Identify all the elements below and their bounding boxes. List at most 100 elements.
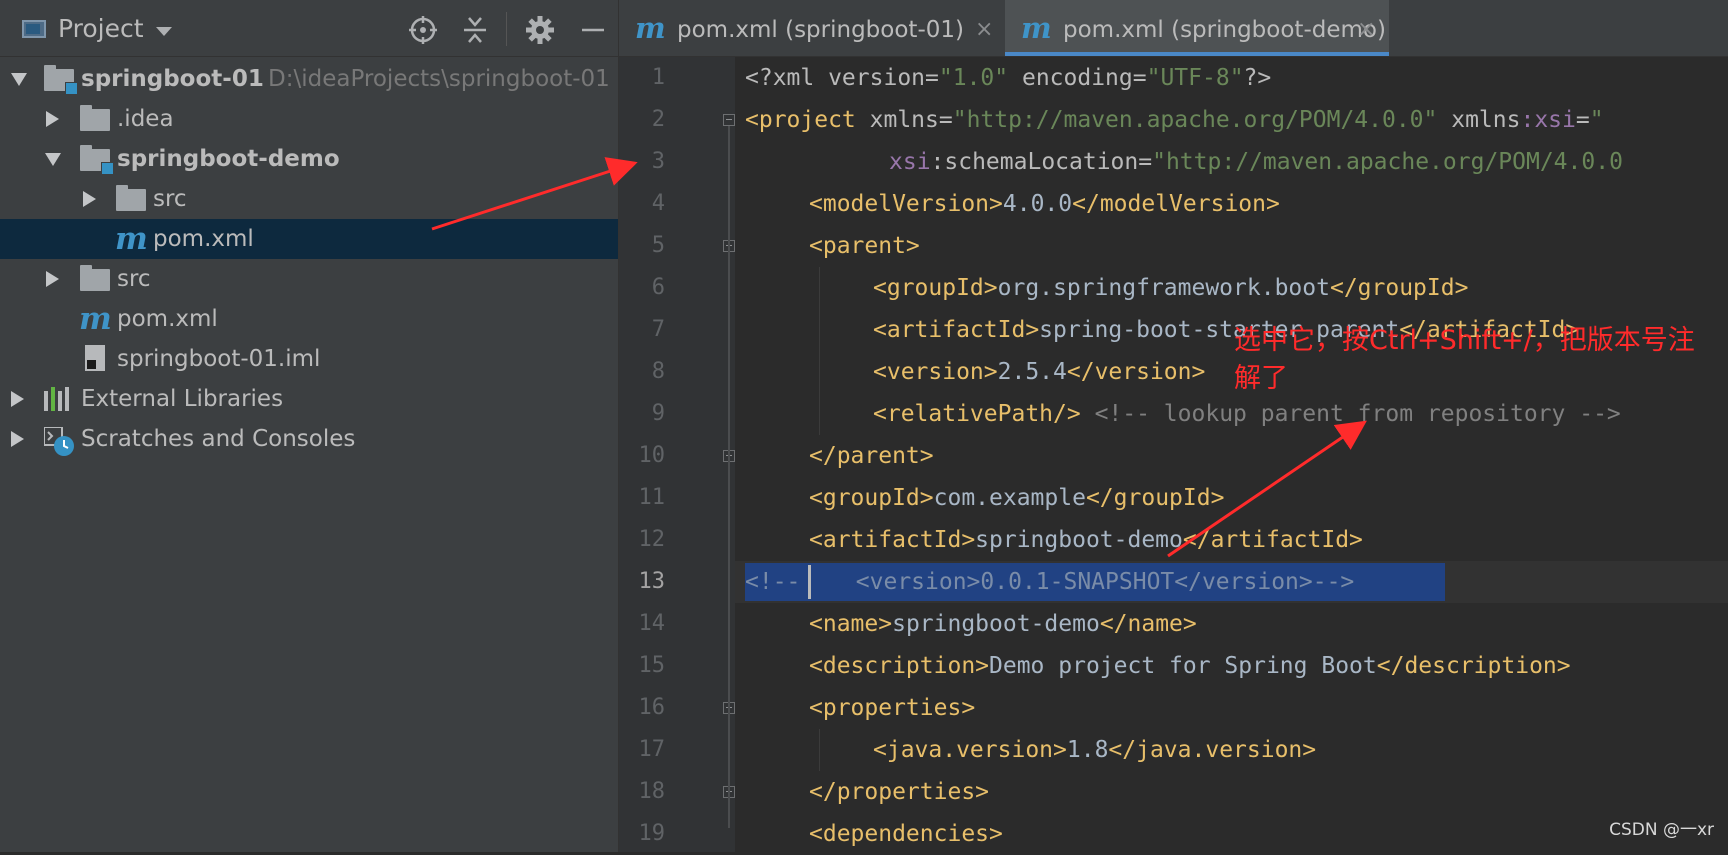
code-line-19[interactable]: <dependencies> xyxy=(809,813,1003,855)
tree-item-demo-src[interactable]: src xyxy=(0,179,618,219)
tree-item-label: pom.xml xyxy=(153,226,254,252)
chevron-down-icon[interactable] xyxy=(156,27,172,36)
tree-item-src[interactable]: src xyxy=(0,259,618,299)
code-line-6[interactable]: <groupId>org.springframework.boot</group… xyxy=(873,267,1468,309)
code-token: "1.0" xyxy=(938,65,1009,91)
code-token: org.springframework.boot xyxy=(997,275,1330,301)
tree-item-iml[interactable]: springboot-01.iml xyxy=(0,339,618,379)
maven-file-icon: m xyxy=(79,301,112,337)
close-icon[interactable]: × xyxy=(975,15,993,45)
collapse-arrow-icon[interactable] xyxy=(83,191,96,207)
tree-item-idea[interactable]: .idea xyxy=(0,99,618,139)
line-number: 10 xyxy=(638,443,666,468)
code-token: xmlns xyxy=(1437,107,1521,133)
code-token: = xyxy=(1575,107,1590,133)
code-line-18[interactable]: </properties> xyxy=(809,771,989,813)
code-token: encoding= xyxy=(1008,65,1147,91)
tree-item-pom[interactable]: m pom.xml xyxy=(0,299,618,339)
code-line-5[interactable]: <parent> xyxy=(809,225,920,267)
code-line-1[interactable]: <?xml version="1.0" encoding="UTF-8"?> xyxy=(745,57,1271,99)
line-number: 6 xyxy=(651,275,665,300)
line-number: 1 xyxy=(651,65,665,90)
code-token: </groupId> xyxy=(1329,275,1469,301)
line-number: 5 xyxy=(651,233,665,258)
tab-pom-springboot-01[interactable]: m pom.xml (springboot-01) × xyxy=(619,0,1004,56)
code-line-15[interactable]: <description>Demo project for Spring Boo… xyxy=(809,645,1571,687)
code-token: <version>0.0.1-SNAPSHOT</version>--> xyxy=(800,569,1355,595)
indent-guide xyxy=(819,729,820,771)
tree-item-springboot-demo[interactable]: springboot-demo xyxy=(0,139,618,179)
collapse-arrow-icon[interactable] xyxy=(46,111,59,127)
tree-item-springboot-01[interactable]: springboot-01 D:\ideaProjects\springboot… xyxy=(0,59,618,99)
code-line-9[interactable]: <relativePath/> <!-- lookup parent from … xyxy=(873,393,1621,435)
collapse-arrow-icon[interactable] xyxy=(11,391,24,407)
code-line-14[interactable]: <name>springboot-demo</name> xyxy=(809,603,1197,645)
annotation-note: 选中它，按Ctrl+Shift+/，把版本号注解了 xyxy=(1234,325,1695,394)
gear-icon[interactable] xyxy=(525,15,555,45)
code-line-8[interactable]: <version>2.5.4</version> xyxy=(873,351,1205,393)
code-token: ?> xyxy=(1243,65,1272,91)
code-line-13[interactable]: <!-- <version>0.0.1-SNAPSHOT</version>--… xyxy=(745,561,1354,603)
library-icon xyxy=(44,387,74,411)
folder-icon xyxy=(116,185,146,211)
code-token: :xsi xyxy=(1520,107,1576,133)
collapse-all-icon[interactable] xyxy=(460,15,490,45)
tree-item-label: .idea xyxy=(117,106,174,132)
tree-item-demo-pom[interactable]: m pom.xml xyxy=(0,219,618,259)
code-token: <parent> xyxy=(809,233,920,259)
maven-file-icon: m xyxy=(635,11,666,45)
tree-item-scratches[interactable]: Scratches and Consoles xyxy=(0,419,618,459)
watermark: CSDN @一xr xyxy=(1609,820,1714,840)
collapse-arrow-icon[interactable] xyxy=(11,431,24,447)
tab-pom-springboot-demo[interactable]: m pom.xml (springboot-demo) × xyxy=(1005,0,1389,56)
code-token: <?xml version= xyxy=(745,65,939,91)
line-number: 11 xyxy=(638,485,666,510)
code-token: <project xyxy=(745,107,856,133)
code-token: "http://maven.apache.org/POM/4.0.0" xyxy=(952,107,1438,133)
module-folder-icon xyxy=(80,145,114,175)
close-icon[interactable]: × xyxy=(1357,15,1375,45)
tab-label: pom.xml (springboot-01) xyxy=(677,17,964,43)
tree-item-label: springboot-demo xyxy=(117,146,340,172)
collapse-arrow-icon[interactable] xyxy=(46,271,59,287)
code-token: <groupId> xyxy=(873,275,998,301)
code-token: <java.version> xyxy=(873,737,1067,763)
tab-label: pom.xml (springboot-demo) xyxy=(1063,17,1386,43)
code-token: <artifactId> xyxy=(873,317,1040,343)
code-token: <name> xyxy=(809,611,893,637)
code-line-3[interactable]: xsi:schemaLocation="http://maven.apache.… xyxy=(889,141,1623,183)
code-editor: m pom.xml (springboot-01) × m pom.xml (s… xyxy=(619,0,1728,852)
code-token: com.example xyxy=(933,485,1086,511)
tree-item-external-libraries[interactable]: External Libraries xyxy=(0,379,618,419)
project-panel: Project springboot-01 D:\ideaProjects\sp… xyxy=(0,0,619,852)
fold-guide xyxy=(728,714,730,786)
expand-arrow-icon[interactable] xyxy=(11,73,27,86)
code-token: xsi xyxy=(889,149,931,175)
code-line-17[interactable]: <java.version>1.8</java.version> xyxy=(873,729,1316,771)
iml-file-icon xyxy=(85,345,105,371)
line-number: 13 xyxy=(638,569,666,594)
tree-item-label: External Libraries xyxy=(81,386,284,412)
code-token: <dependencies> xyxy=(809,821,1003,847)
line-number: 19 xyxy=(638,821,666,846)
line-number: 15 xyxy=(638,653,666,678)
fold-marker-icon[interactable] xyxy=(723,114,735,126)
tree-item-label: springboot-01.iml xyxy=(117,346,321,372)
expand-arrow-icon[interactable] xyxy=(45,153,61,166)
project-view-icon xyxy=(22,20,46,38)
code-line-10[interactable]: </parent> xyxy=(809,435,934,477)
project-panel-title[interactable]: Project xyxy=(58,14,144,44)
code-line-4[interactable]: <modelVersion>4.0.0</modelVersion> xyxy=(809,183,1280,225)
tree-item-label: src xyxy=(153,186,187,212)
minimize-icon[interactable] xyxy=(578,15,608,45)
code-line-2[interactable]: <project xmlns = "http://maven.apache.org/… xyxy=(745,99,1604,141)
code-token: 1.8 xyxy=(1066,737,1109,763)
code-token: 4.0.0 xyxy=(1002,191,1073,217)
line-number: 14 xyxy=(638,611,666,636)
locate-target-icon[interactable] xyxy=(408,15,438,45)
code-line-12[interactable]: <artifactId>springboot-demo</artifactId> xyxy=(809,519,1363,561)
code-token: <artifactId> xyxy=(809,527,976,553)
code-line-11[interactable]: <groupId>com.example</groupId> xyxy=(809,477,1224,519)
code-line-16[interactable]: <properties> xyxy=(809,687,975,729)
line-number: 16 xyxy=(638,695,666,720)
